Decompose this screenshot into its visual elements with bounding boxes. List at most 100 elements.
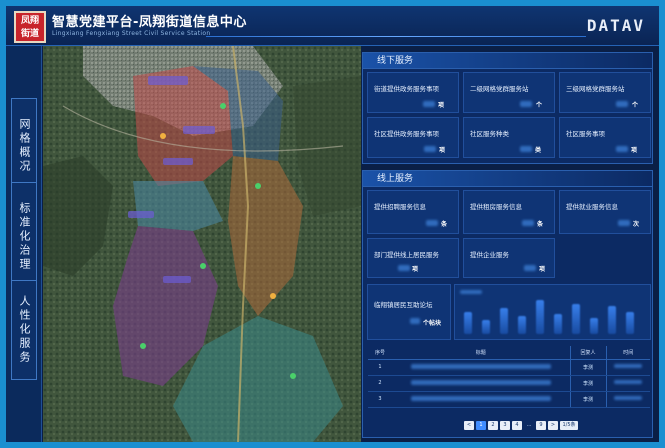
row-time [605, 391, 650, 408]
offline-card-6-value [616, 146, 628, 152]
forum-bar [554, 314, 562, 334]
online-card-2[interactable]: 提供租房服务信息 条 [463, 190, 555, 234]
offline-card-2-label: 二级网格党群服务站 [470, 85, 529, 93]
online-card-3-value [618, 220, 630, 226]
online-card-3[interactable]: 提供就业服务信息 次 [559, 190, 651, 234]
offline-card-4-label: 社区提供政务服务事项 [374, 130, 439, 138]
offline-card-4-unit: 项 [439, 147, 446, 154]
offline-card-4[interactable]: 社区提供政务服务事项 项 [367, 117, 459, 158]
row-index: 2 [368, 375, 392, 392]
page-4-button[interactable]: 4 [512, 420, 522, 430]
row-time [605, 359, 650, 376]
forum-bar [518, 316, 526, 334]
forum-card-label: 临翔镇居民互助论坛 [374, 301, 433, 309]
offline-card-3-label: 三级网格党群服务站 [566, 85, 625, 93]
col-time-header: 时间 [605, 346, 650, 360]
header-divider [206, 36, 586, 37]
online-card-1-value [426, 220, 438, 226]
pagination: < 1 2 3 4 ... 9 > 1/5条 [464, 420, 578, 430]
page-next-button[interactable]: > [548, 420, 558, 430]
row-reply: 李测 [569, 359, 606, 376]
side-navigation: 网格概况 标准化治理 人性化服务 [6, 46, 42, 442]
page-title: 智慧党建平台-凤翔街道信息中心 [52, 15, 247, 30]
offline-card-6[interactable]: 社区服务事项 项 [559, 117, 651, 158]
page-2-button[interactable]: 2 [488, 420, 498, 430]
map-overlay [43, 46, 361, 442]
forum-bar [536, 300, 544, 334]
offline-card-2[interactable]: 二级网格党群服务站 个 [463, 72, 555, 113]
brand-logo: DATAV [586, 16, 645, 35]
offline-card-2-value [520, 101, 532, 107]
satellite-map[interactable] [43, 46, 361, 442]
row-reply: 李测 [569, 391, 606, 408]
online-card-1-label: 提供招聘服务信息 [374, 203, 426, 211]
logo-text-bottom: 街道 [20, 29, 39, 39]
offline-card-5-unit: 类 [535, 147, 542, 154]
nav-human-service[interactable]: 人性化服务 [11, 280, 37, 380]
row-title [392, 375, 570, 392]
page-prev-button[interactable]: < [464, 420, 474, 430]
nav-standard-governance[interactable]: 标准化治理 [11, 182, 37, 292]
col-title-header: 标题 [392, 346, 570, 360]
page-3-button[interactable]: 3 [500, 420, 510, 430]
col-index-header: 序号 [368, 346, 392, 360]
logo-text-top: 凤翔 [20, 16, 39, 26]
offline-panel-title: 线下服务 [363, 53, 652, 69]
row-index: 1 [368, 359, 392, 376]
online-card-2-label: 提供租房服务信息 [470, 203, 522, 211]
online-card-3-unit: 次 [633, 221, 640, 228]
row-title [392, 391, 570, 408]
online-card-2-unit: 条 [537, 221, 544, 228]
forum-bar [626, 312, 634, 334]
offline-card-2-unit: 个 [536, 102, 543, 109]
page-goto-input[interactable]: 1/5条 [560, 420, 578, 430]
online-panel-title: 线上服务 [363, 171, 652, 187]
forum-bar [500, 308, 508, 334]
forum-card-value [410, 318, 420, 324]
offline-card-1-label: 街道提供政务服务事项 [374, 85, 439, 93]
offline-card-6-unit: 项 [631, 147, 638, 154]
online-card-2-value [522, 220, 534, 226]
offline-card-3-unit: 个 [632, 102, 639, 109]
table-row[interactable]: 1 李测 [368, 359, 650, 376]
forum-bar [590, 318, 598, 334]
forum-bar [572, 304, 580, 334]
offline-card-1-unit: 项 [438, 102, 445, 109]
online-card-4-value [398, 265, 410, 271]
offline-card-4-value [424, 146, 436, 152]
offline-card-3[interactable]: 三级网格党群服务站 个 [559, 72, 651, 113]
online-card-1-unit: 条 [441, 221, 448, 228]
row-reply: 李测 [569, 375, 606, 392]
page-last-button[interactable]: 9 [536, 420, 546, 430]
nav-grid-overview[interactable]: 网格概况 [11, 98, 37, 194]
offline-card-6-label: 社区服务事项 [566, 130, 605, 138]
online-card-4[interactable]: 部门提供线上居民服务 项 [367, 238, 459, 278]
offline-card-5-label: 社区服务种类 [470, 130, 509, 138]
page-1-button[interactable]: 1 [476, 420, 486, 430]
table-header-row: 序号 标题 回复人 时间 [368, 346, 650, 360]
forum-bar [608, 306, 616, 334]
forum-activity-bars [458, 292, 650, 336]
online-card-3-label: 提供就业服务信息 [566, 203, 618, 211]
app-logo: 凤翔 街道 [14, 11, 46, 43]
forum-card[interactable]: 临翔镇居民互助论坛 个帖块 [367, 284, 451, 340]
page-subtitle: Lingxiang Fengxiang Street Civil Service… [52, 30, 211, 37]
row-index: 3 [368, 391, 392, 408]
forum-bar [464, 312, 472, 334]
col-reply-header: 回复人 [569, 346, 606, 360]
offline-card-5[interactable]: 社区服务种类 类 [463, 117, 555, 158]
header-bar: 凤翔 街道 智慧党建平台-凤翔街道信息中心 Lingxiang Fengxian… [6, 6, 659, 46]
online-card-4-unit: 项 [412, 266, 419, 273]
forum-card-unit: 个帖块 [423, 320, 442, 327]
online-card-5-label: 提供企业服务 [470, 251, 509, 259]
table-row[interactable]: 3 李测 [368, 391, 650, 408]
forum-bar [482, 320, 490, 334]
online-card-5[interactable]: 提供企业服务 项 [463, 238, 555, 278]
offline-card-1-value [423, 101, 435, 107]
online-card-5-value [524, 265, 536, 271]
offline-card-1[interactable]: 街道提供政务服务事项 项 [367, 72, 459, 113]
online-card-1[interactable]: 提供招聘服务信息 条 [367, 190, 459, 234]
dashboard-frame: 凤翔 街道 智慧党建平台-凤翔街道信息中心 Lingxiang Fengxian… [6, 6, 659, 442]
table-row[interactable]: 2 李测 [368, 375, 650, 392]
offline-card-3-value [616, 101, 628, 107]
